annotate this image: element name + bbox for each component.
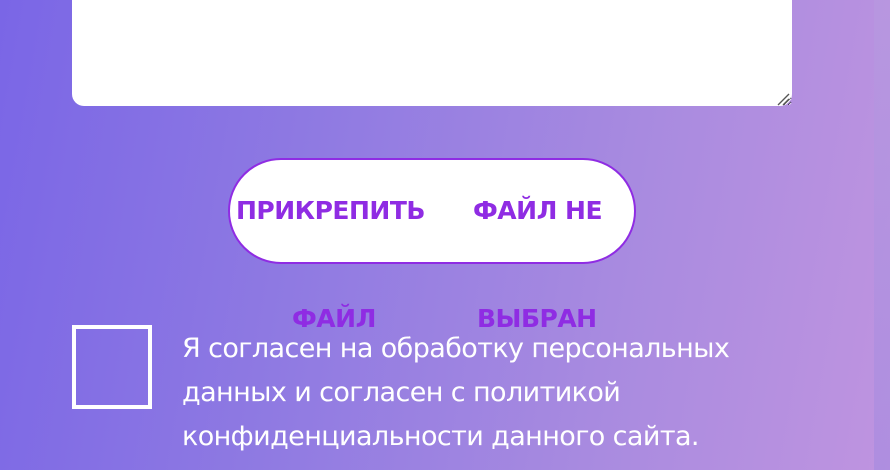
consent-text: Я согласен на обработку персональных дан… [182,333,730,452]
consent-checkbox[interactable] [72,325,152,409]
page-scrollbar[interactable] [874,0,890,470]
message-textarea[interactable] [72,0,792,106]
attach-file-label[interactable]: ПРИКРЕПИТЬ [236,196,425,225]
no-file-chosen-label: ФАЙЛ НЕ [473,196,603,225]
resize-handle-icon[interactable] [774,90,790,106]
